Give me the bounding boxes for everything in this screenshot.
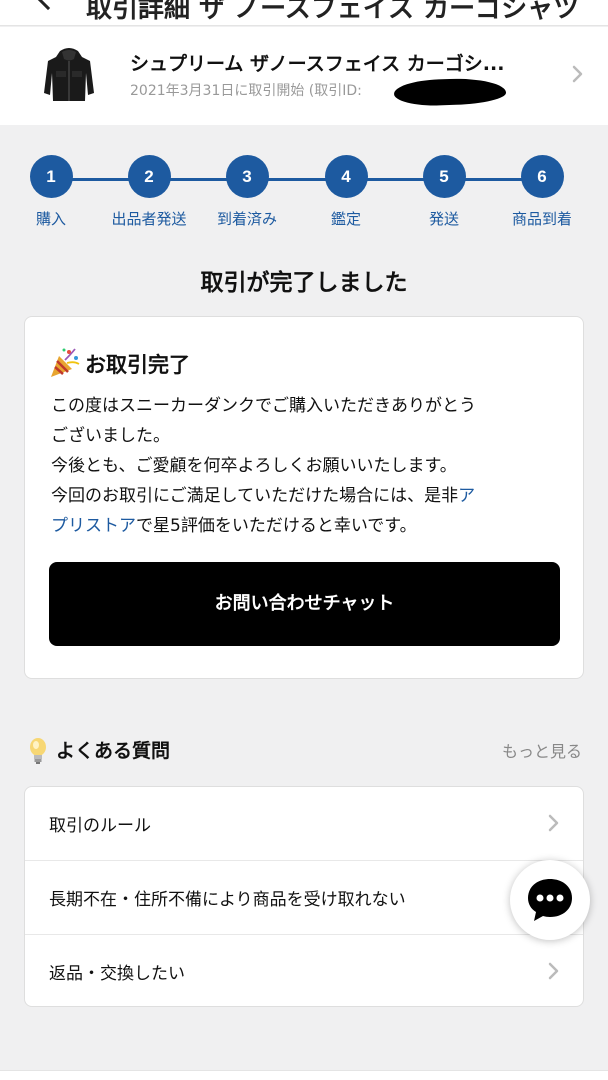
- chevron-right-icon: [572, 65, 583, 83]
- step-number: 4: [324, 155, 368, 198]
- step-label: 発送: [428, 210, 459, 228]
- completion-message: この度はスニーカーダンクでご購入いただきありがとう ございました。 今後とも、ご…: [51, 391, 571, 541]
- step-label: 購入: [35, 210, 66, 228]
- transaction-start-date: 2021年3月31日に取引開始 (取引ID:: [130, 83, 362, 99]
- bottom-navigation-bar: [0, 1070, 608, 1080]
- faq-item-absence[interactable]: 長期不在・住所不備により商品を受け取れない: [25, 861, 583, 934]
- faq-header: よくある質問 もっと見る: [24, 736, 584, 766]
- status-headline: 取引が完了しました: [200, 270, 408, 296]
- step-label: 到着済み: [216, 210, 277, 228]
- inquiry-chat-button[interactable]: お問い合わせチャット: [49, 562, 560, 646]
- faq-list: 取引のルール 長期不在・住所不備により商品を受け取れない 返品・交換したい: [24, 786, 584, 1007]
- lightbulb-icon: [30, 738, 46, 764]
- floating-chat-button[interactable]: [510, 860, 590, 940]
- app-store-link[interactable]: ア: [458, 486, 475, 506]
- message-line: プリストアで星5評価をいただけると幸いです。: [51, 511, 571, 541]
- step-label: 商品到着: [511, 210, 572, 228]
- step-number: 3: [225, 155, 269, 198]
- back-arrow-icon[interactable]: [33, 0, 63, 11]
- chevron-right-icon: [548, 962, 559, 980]
- step-3: 3 到着済み: [192, 155, 302, 229]
- message-text: で星5評価をいただけると幸いです。: [136, 516, 417, 536]
- product-name: シュプリーム ザノースフェイス カーゴシ...: [130, 53, 505, 75]
- chat-bubble-icon: [528, 879, 572, 921]
- step-4: 4 鑑定: [291, 155, 401, 229]
- faq-item-label: 返品・交換したい: [49, 964, 185, 984]
- step-label: 鑑定: [330, 210, 361, 228]
- faq-item-label: 取引のルール: [49, 816, 151, 836]
- step-2: 2 出品者発送: [94, 155, 204, 229]
- message-text: 今回のお取引にご満足していただけた場合には、是非: [51, 486, 459, 506]
- step-number: 6: [520, 155, 564, 198]
- redacted-transaction-id: [393, 77, 507, 107]
- completion-title-text: お取引完了: [85, 353, 190, 377]
- top-app-bar: 取引詳細 ザ ノースフェイス カーゴシャツ: [0, 0, 608, 26]
- step-number: 5: [422, 155, 466, 198]
- page-title: 取引詳細 ザ ノースフェイス カーゴシャツ: [86, 0, 580, 24]
- step-number: 2: [127, 155, 171, 198]
- faq-item-rules[interactable]: 取引のルール: [25, 787, 583, 860]
- transaction-progress-steps: 1 購入 2 出品者発送 3 到着済み 4 鑑定 5 発送 6 商品到着: [0, 155, 608, 235]
- faq-item-label: 長期不在・住所不備により商品を受け取れない: [49, 890, 406, 910]
- step-6: 6 商品到着: [487, 155, 597, 229]
- product-summary-row[interactable]: シュプリーム ザノースフェイス カーゴシ... 2021年3月31日に取引開始 …: [0, 27, 608, 125]
- party-popper-icon: [51, 348, 80, 377]
- message-line: 今後とも、ご愛顧を何卒よろしくお願いいたします。: [51, 456, 457, 476]
- faq-item-return[interactable]: 返品・交換したい: [25, 935, 583, 1006]
- faq-title: よくある質問: [56, 740, 171, 762]
- message-line: この度はスニーカーダンクでご購入いただきありがとう: [51, 396, 476, 416]
- jacket-thumbnail-image: [44, 48, 94, 101]
- step-1: 1 購入: [0, 155, 106, 229]
- step-5: 5 発送: [389, 155, 499, 229]
- faq-see-more-link[interactable]: もっと見る: [502, 738, 582, 762]
- step-number: 1: [29, 155, 73, 198]
- app-store-link[interactable]: プリストア: [51, 516, 136, 536]
- chevron-right-icon: [548, 814, 559, 832]
- step-label: 出品者発送: [111, 210, 187, 228]
- completion-card: お取引完了 この度はスニーカーダンクでご購入いただきありがとう ございました。 …: [24, 316, 584, 679]
- message-line: 今回のお取引にご満足していただけた場合には、是非ア: [51, 481, 571, 511]
- message-line: ございました。: [51, 426, 170, 446]
- completion-card-title: お取引完了: [47, 348, 190, 380]
